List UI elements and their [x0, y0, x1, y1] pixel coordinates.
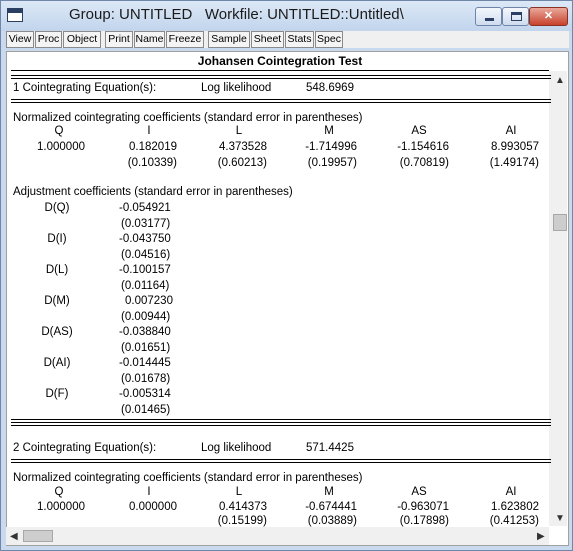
close-icon: ✕	[543, 10, 554, 22]
section-separator	[11, 419, 551, 423]
coef-value: 0.414373	[219, 501, 267, 513]
adj-name: D(F)	[45, 388, 69, 400]
adj-value: -0.054921	[119, 202, 171, 214]
col-header: AI	[505, 125, 517, 137]
coef-value: -0.674441	[305, 501, 357, 513]
name-button[interactable]: Name	[134, 31, 165, 48]
view-button[interactable]: View	[6, 31, 34, 48]
coef-value: 0.182019	[129, 141, 177, 153]
std-error: (0.15199)	[217, 515, 267, 527]
section-separator	[11, 99, 551, 103]
scroll-right-arrow-icon[interactable]: ▶	[537, 531, 545, 542]
std-error: (0.17898)	[399, 515, 449, 527]
report-header: Johansen Cointegration Test	[11, 54, 549, 71]
adj-value: -0.043750	[119, 233, 171, 245]
coef-value: 0.000000	[129, 501, 177, 513]
std-error: (0.41253)	[489, 515, 539, 527]
coef-value: 1.000000	[37, 501, 85, 513]
loglik-value: 548.6969	[306, 82, 354, 94]
maximize-icon	[511, 12, 522, 21]
col-header: L	[235, 486, 243, 498]
col-header: M	[324, 486, 334, 498]
col-header: I	[147, 486, 151, 498]
loglik-label: Log likelihood	[201, 82, 272, 94]
proc-button[interactable]: Proc	[35, 31, 62, 48]
window-icon[interactable]	[7, 8, 23, 22]
vertical-scrollbar[interactable]	[549, 71, 567, 526]
adj-value: -0.100157	[119, 264, 171, 276]
horizontal-scrollbar[interactable]	[6, 527, 549, 545]
section-separator	[11, 459, 551, 463]
equations-label: 1 Cointegrating Equation(s):	[13, 82, 157, 94]
adj-value: -0.038840	[119, 326, 171, 338]
adj-name: D(AS)	[41, 326, 73, 338]
std-error: (0.19957)	[307, 157, 357, 169]
section-separator	[11, 75, 551, 79]
norm-title: Normalized cointegrating coefficients (s…	[13, 112, 363, 124]
title-bar[interactable]: Group: UNTITLED Workfile: UNTITLED::Unti…	[1, 1, 572, 31]
vertical-scroll-thumb[interactable]	[553, 214, 567, 231]
std-error: (0.60213)	[217, 157, 267, 169]
col-header: I	[147, 125, 151, 137]
col-header: AS	[411, 486, 427, 498]
sample-button[interactable]: Sample	[208, 31, 250, 48]
window-title: Group: UNTITLED Workfile: UNTITLED::Unti…	[69, 6, 404, 23]
coef-value: -1.714996	[305, 141, 357, 153]
adj-se: (0.01651)	[121, 342, 171, 354]
std-error: (0.70819)	[399, 157, 449, 169]
std-error: (0.03889)	[307, 515, 357, 527]
adj-se: (0.01465)	[121, 404, 171, 416]
close-button[interactable]: ✕	[529, 7, 568, 26]
col-header: Q	[54, 486, 64, 498]
adj-se: (0.03177)	[121, 218, 171, 230]
spec-button[interactable]: Spec	[315, 31, 343, 48]
std-error: (0.10339)	[127, 157, 177, 169]
adj-name: D(AI)	[43, 357, 71, 369]
adj-value: 0.007230	[125, 295, 173, 307]
coef-value: -0.963071	[397, 501, 449, 513]
adj-name: D(L)	[45, 264, 69, 276]
col-header: AI	[505, 486, 517, 498]
scroll-up-arrow-icon[interactable]: ▲	[555, 75, 565, 86]
adj-se: (0.00944)	[121, 311, 171, 323]
minimize-button[interactable]	[475, 7, 502, 26]
minimize-icon	[485, 18, 494, 21]
eviews-group-window: Group: UNTITLED Workfile: UNTITLED::Unti…	[0, 0, 573, 551]
equations-label: 2 Cointegrating Equation(s):	[13, 442, 157, 454]
print-button[interactable]: Print	[105, 31, 133, 48]
maximize-button[interactable]	[502, 7, 529, 26]
col-header: AS	[411, 125, 427, 137]
coef-value: 8.993057	[491, 141, 539, 153]
coef-value: -1.154616	[397, 141, 449, 153]
section-separator	[11, 425, 551, 426]
horizontal-scroll-thumb[interactable]	[23, 530, 53, 542]
loglik-label: Log likelihood	[201, 442, 272, 454]
object-button[interactable]: Object	[63, 31, 101, 48]
col-header: M	[324, 125, 334, 137]
col-header: Q	[54, 125, 64, 137]
std-error: (1.49174)	[489, 157, 539, 169]
adj-name: D(M)	[44, 295, 70, 307]
adj-se: (0.01164)	[121, 280, 170, 292]
adj-se: (0.01678)	[121, 373, 171, 385]
adj-name: D(Q)	[44, 202, 70, 214]
scroll-down-arrow-icon[interactable]: ▼	[555, 513, 565, 524]
freeze-button[interactable]: Freeze	[166, 31, 204, 48]
adj-value: -0.005314	[119, 388, 171, 400]
col-header: L	[235, 125, 243, 137]
coef-value: 1.000000	[37, 141, 85, 153]
coef-value: 1.623802	[491, 501, 539, 513]
adj-title: Adjustment coefficients (standard error …	[13, 186, 293, 198]
toolbar: View Proc Object Print Name Freeze Sampl…	[6, 31, 569, 48]
coef-value: 4.373528	[219, 141, 267, 153]
scroll-left-arrow-icon[interactable]: ◀	[10, 531, 18, 542]
adj-name: D(I)	[47, 233, 67, 245]
adj-value: -0.014445	[119, 357, 171, 369]
loglik-value: 571.4425	[306, 442, 354, 454]
sheet-button[interactable]: Sheet	[251, 31, 284, 48]
adj-se: (0.04516)	[121, 249, 171, 261]
norm-title: Normalized cointegrating coefficients (s…	[13, 472, 363, 484]
stats-button[interactable]: Stats	[285, 31, 314, 48]
